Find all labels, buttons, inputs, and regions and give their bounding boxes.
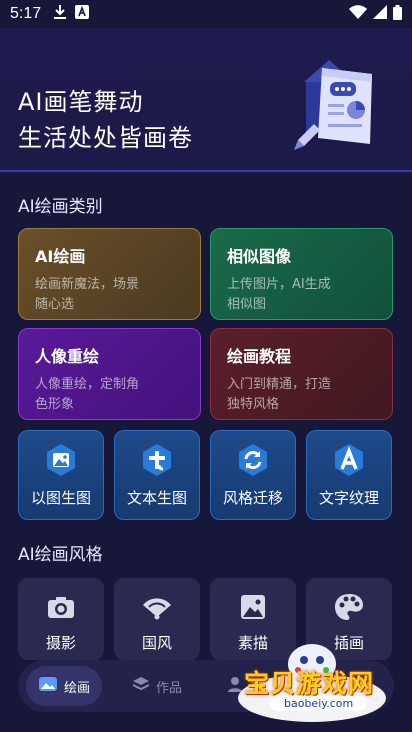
status-bar: 5:17 bbox=[0, 0, 412, 28]
hero-title-line2: 生活处处皆画卷 bbox=[18, 124, 193, 152]
tool-text-texture[interactable]: 文字纹理 bbox=[306, 430, 392, 520]
card-ai-painting[interactable]: AI绘画 绘画新魔法，场景 随心选 bbox=[18, 228, 201, 320]
category-section-title: AI绘画类别 bbox=[18, 197, 103, 217]
download-icon bbox=[53, 4, 67, 24]
tab-works[interactable]: 作品 bbox=[120, 666, 194, 706]
image-icon bbox=[44, 443, 78, 477]
tool-style-transfer[interactable]: 风格迁移 bbox=[210, 430, 296, 520]
letter-a-icon bbox=[332, 443, 366, 477]
tool-label: 风格迁移 bbox=[222, 489, 283, 507]
tool-label: 以图生图 bbox=[30, 489, 91, 507]
card-desc: 人像重绘，定制角 色形象 bbox=[35, 377, 140, 412]
tab-label: 作品 bbox=[156, 680, 183, 696]
style-chinese[interactable]: 国风 bbox=[114, 578, 200, 660]
status-time: 5:17 bbox=[10, 5, 42, 22]
app-a-icon bbox=[75, 5, 90, 23]
tool-image-to-image[interactable]: 以图生图 bbox=[18, 430, 104, 520]
refresh-icon bbox=[236, 443, 270, 477]
style-section-title: AI绘画风格 bbox=[18, 545, 103, 565]
signal-icon bbox=[373, 5, 387, 23]
document-illustration-icon bbox=[284, 52, 394, 152]
style-label: 国风 bbox=[141, 634, 172, 652]
card-desc: 绘画新魔法，场景 随心选 bbox=[35, 277, 140, 312]
tool-text-to-image[interactable]: 文本生图 bbox=[114, 430, 200, 520]
tool-label: 文字纹理 bbox=[318, 489, 379, 507]
card-title: 人像重绘 bbox=[35, 347, 100, 366]
card-desc: 上传图片，AI生成 相似图 bbox=[227, 277, 331, 312]
hero-banner: AI画笔舞动 生活处处皆画卷 bbox=[0, 28, 412, 172]
watermark-text: 宝贝游戏网 bbox=[244, 669, 375, 698]
card-similar-image[interactable]: 相似图像 上传图片，AI生成 相似图 bbox=[210, 228, 393, 320]
style-photography[interactable]: 摄影 bbox=[18, 578, 104, 660]
hero-title-line1: AI画笔舞动 bbox=[18, 88, 144, 116]
watermark-url: baobeiy.com bbox=[270, 696, 368, 711]
tool-label: 文本生图 bbox=[126, 489, 187, 507]
fan-icon bbox=[140, 590, 174, 624]
layers-icon bbox=[132, 675, 150, 697]
card-desc: 入门到精通，打造 独特风格 bbox=[227, 377, 332, 412]
card-portrait-redraw[interactable]: 人像重绘 人像重绘，定制角 色形象 bbox=[18, 328, 201, 420]
tab-label: 绘画 bbox=[64, 680, 91, 696]
card-painting-tutorial[interactable]: 绘画教程 入门到精通，打造 独特风格 bbox=[210, 328, 393, 420]
card-title: 绘画教程 bbox=[227, 347, 292, 366]
card-title: 相似图像 bbox=[227, 247, 292, 266]
camera-icon bbox=[44, 590, 78, 624]
painting-tab-icon bbox=[38, 674, 58, 698]
palette-icon bbox=[332, 590, 366, 624]
tab-painting[interactable]: 绘画 bbox=[26, 666, 103, 706]
wifi-icon bbox=[349, 5, 367, 23]
card-title: AI绘画 bbox=[35, 247, 86, 266]
picture-icon bbox=[236, 590, 270, 624]
battery-icon bbox=[393, 4, 402, 24]
style-label: 摄影 bbox=[45, 634, 76, 652]
text-t-icon bbox=[140, 443, 174, 477]
